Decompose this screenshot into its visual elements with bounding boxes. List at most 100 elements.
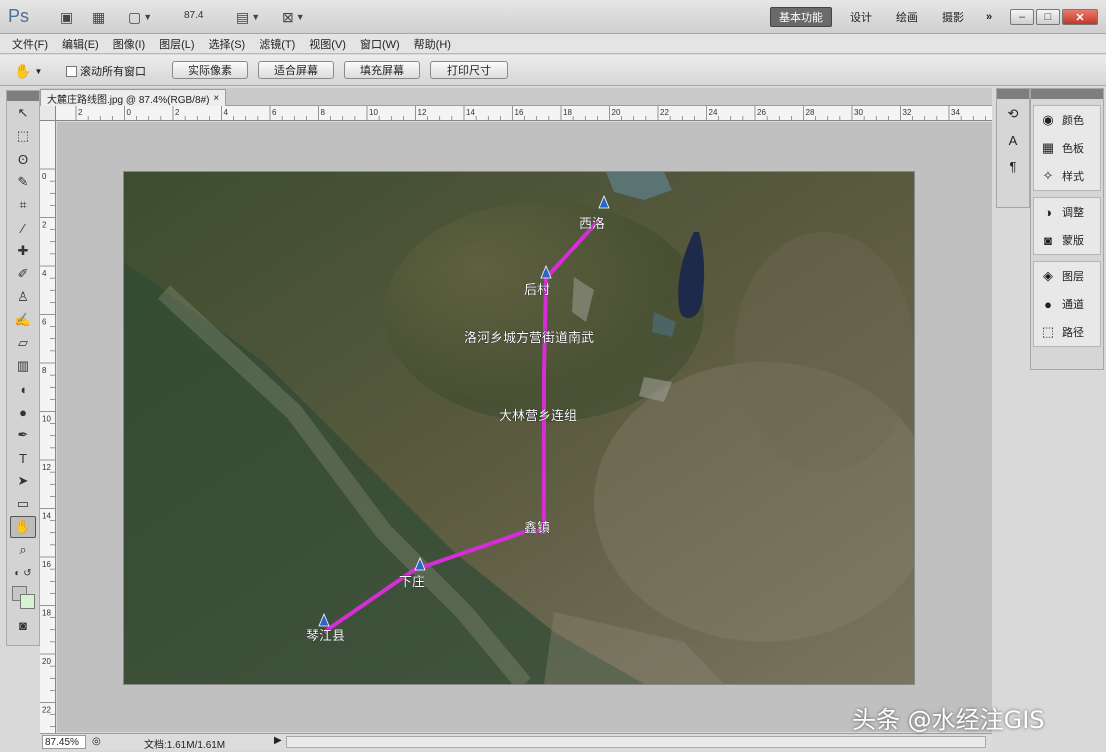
ruler-tick-label: 8 xyxy=(42,366,47,375)
color-swatches[interactable] xyxy=(10,586,38,612)
workspace-design-button[interactable]: 设计 xyxy=(842,7,880,27)
menu-edit[interactable]: 编辑(E) xyxy=(62,36,99,52)
ruler-tick-label: 4 xyxy=(42,269,47,278)
history-icon[interactable]: ⟲ xyxy=(999,103,1027,125)
menu-select[interactable]: 选择(S) xyxy=(209,36,246,52)
ruler-tick-label: 8 xyxy=(321,108,326,117)
horizontal-scrollbar[interactable] xyxy=(286,736,986,748)
panel-channels[interactable]: ● 通道 xyxy=(1034,290,1100,318)
zoom-field[interactable]: 87.45% xyxy=(42,735,86,749)
zoom-level-display[interactable]: 87.4 xyxy=(184,10,203,21)
blur-tool-icon[interactable]: ◖ xyxy=(10,378,36,400)
panel-styles[interactable]: ✧ 样式 xyxy=(1034,162,1100,190)
pen-tool-icon[interactable]: ✒ xyxy=(10,424,36,446)
crop-tool-icon[interactable]: ⌗ xyxy=(10,194,36,216)
workspace-essentials-button[interactable]: 基本功能 xyxy=(770,7,832,27)
map-label: 后村 xyxy=(524,282,550,297)
dock-header[interactable] xyxy=(1031,89,1103,99)
panel-paths[interactable]: ⬚ 路径 xyxy=(1034,318,1100,346)
status-menu-arrow-icon[interactable]: ▶ xyxy=(274,735,282,746)
fill-screen-button[interactable]: 填充屏幕 xyxy=(344,61,420,79)
quick-selection-tool-icon[interactable]: ✎ xyxy=(10,171,36,193)
panel-swatches[interactable]: ▦ 色板 xyxy=(1034,134,1100,162)
menu-window[interactable]: 窗口(W) xyxy=(360,36,400,52)
type-tool-icon[interactable]: T xyxy=(10,447,36,469)
menu-bar: 文件(F) 编辑(E) 图像(I) 图层(L) 选择(S) 滤镜(T) 视图(V… xyxy=(0,34,1106,54)
menu-layer[interactable]: 图层(L) xyxy=(159,36,194,52)
shape-tool-icon[interactable]: ▭ xyxy=(10,493,36,515)
tool-preset-picker[interactable]: ✋ ▼ xyxy=(14,61,50,81)
horizontal-ruler[interactable]: 202468101214161820222426283032343638 xyxy=(56,106,992,121)
map-label: 洛河乡城方营街道南武 xyxy=(464,330,594,345)
menu-image[interactable]: 图像(I) xyxy=(113,36,145,52)
ruler-tick-label: 32 xyxy=(903,108,912,117)
ruler-tick-label: 2 xyxy=(78,108,83,117)
map-label: 西洛 xyxy=(579,216,605,231)
zoom-tool-icon[interactable]: ⌕ xyxy=(10,539,36,561)
menu-help[interactable]: 帮助(H) xyxy=(414,36,451,52)
move-tool-icon[interactable]: ↖ xyxy=(10,102,36,124)
tools-panel-header[interactable] xyxy=(7,91,39,101)
quick-mask-icon[interactable]: ◙ xyxy=(10,614,36,636)
map-label: 下庄 xyxy=(399,574,425,589)
ruler-tick-label: 2 xyxy=(42,221,47,230)
panel-adjustments[interactable]: ◑ 调整 xyxy=(1034,198,1100,226)
dodge-tool-icon[interactable]: ● xyxy=(10,401,36,423)
vertical-ruler[interactable]: 024681012141618202224 xyxy=(40,121,56,733)
screen-mode-button[interactable]: ⊠ ▼ xyxy=(282,8,305,26)
panel-label: 色板 xyxy=(1062,143,1084,155)
clone-stamp-tool-icon[interactable]: ♙ xyxy=(10,286,36,308)
swap-colors-icon[interactable]: ◐ ↺ xyxy=(10,562,36,584)
menu-filter[interactable]: 滤镜(T) xyxy=(259,36,295,52)
brush-tool-icon[interactable]: ✐ xyxy=(10,263,36,285)
workspace-painting-button[interactable]: 绘画 xyxy=(888,7,926,27)
background-color[interactable] xyxy=(20,594,35,609)
menu-file[interactable]: 文件(F) xyxy=(12,36,48,52)
close-button[interactable]: ✕ xyxy=(1062,9,1098,25)
workspace-photography-button[interactable]: 摄影 xyxy=(934,7,972,27)
healing-brush-tool-icon[interactable]: ✚ xyxy=(10,240,36,262)
document-tab[interactable]: 大麓庄路线图.jpg @ 87.4%(RGB/8#) × xyxy=(40,89,227,106)
minimize-button[interactable]: – xyxy=(1010,9,1034,25)
close-tab-icon[interactable]: × xyxy=(213,93,219,104)
history-brush-tool-icon[interactable]: ✍ xyxy=(10,309,36,331)
ruler-tick-label: 14 xyxy=(42,512,51,521)
scroll-all-windows-checkbox[interactable]: 滚动所有窗口 xyxy=(66,63,146,79)
character-icon[interactable]: A xyxy=(999,129,1027,151)
map-label: 大林营乡连组 xyxy=(499,408,577,423)
bridge-icon[interactable]: ▣ xyxy=(60,8,73,26)
hand-tool-icon[interactable]: ✋ xyxy=(10,516,36,538)
ruler-tick-label: 0 xyxy=(127,108,132,117)
actual-pixels-button[interactable]: 实际像素 xyxy=(172,61,248,79)
ruler-tick-label: 12 xyxy=(42,463,51,472)
panel-masks[interactable]: ◙ 蒙版 xyxy=(1034,226,1100,254)
eyedropper-tool-icon[interactable]: ⁄ xyxy=(10,217,36,239)
maximize-button[interactable]: □ xyxy=(1036,9,1060,25)
document-size: 文档:1.61M/1.61M xyxy=(144,740,226,751)
satellite-map-image[interactable]: 西洛 后村 洛河乡城方营街道南武 大林营乡连组 鑫镇 下庄 琴江县 xyxy=(124,172,914,684)
panel-group-color: ◉ 颜色 ▦ 色板 ✧ 样式 xyxy=(1033,105,1101,191)
mini-bridge-icon[interactable]: ▦ xyxy=(92,8,105,26)
eraser-tool-icon[interactable]: ▱ xyxy=(10,332,36,354)
ruler-tick-label: 0 xyxy=(42,172,47,181)
collapsed-panel-dock: ⟲ A ¶ xyxy=(996,88,1030,208)
gradient-tool-icon[interactable]: ▥ xyxy=(10,355,36,377)
print-size-button[interactable]: 打印尺寸 xyxy=(430,61,508,79)
marquee-tool-icon[interactable]: ⬚ xyxy=(10,125,36,147)
more-workspaces-button[interactable]: » xyxy=(978,7,1000,27)
adjustments-icon: ◑ xyxy=(1044,204,1052,220)
menu-view[interactable]: 视图(V) xyxy=(309,36,346,52)
fit-screen-button[interactable]: 适合屏幕 xyxy=(258,61,334,79)
lasso-tool-icon[interactable]: ʘ xyxy=(10,148,36,170)
ruler-tick-label: 20 xyxy=(42,657,51,666)
view-extras-button[interactable]: ▢ ▼ xyxy=(128,8,152,26)
arrange-documents-button[interactable]: ▤ ▼ xyxy=(236,8,260,26)
ruler-origin[interactable] xyxy=(40,106,56,121)
paragraph-icon[interactable]: ¶ xyxy=(999,155,1027,177)
panel-color[interactable]: ◉ 颜色 xyxy=(1034,106,1100,134)
panel-layers[interactable]: ◈ 图层 xyxy=(1034,262,1100,290)
ruler-tick-label: 18 xyxy=(563,108,572,117)
path-selection-tool-icon[interactable]: ➤ xyxy=(10,470,36,492)
dock-header[interactable] xyxy=(997,89,1029,99)
clock-icon[interactable]: ◎ xyxy=(92,736,101,747)
